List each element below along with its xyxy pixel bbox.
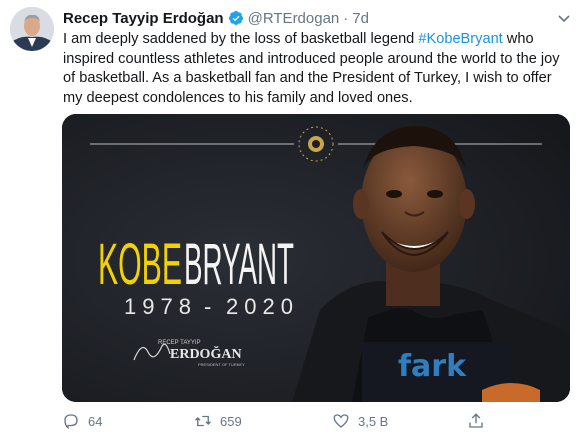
like-count: 3,5 B [358, 413, 389, 429]
retweet-button[interactable]: 659 [194, 410, 242, 432]
tweet-timestamp[interactable]: 7d [352, 10, 369, 27]
retweet-icon [195, 415, 211, 427]
reply-count: 64 [88, 413, 103, 429]
title-last-name: BRYANT [184, 232, 294, 297]
title-first-name: KOBE [98, 232, 182, 297]
tweet-text-before: I am deeply saddened by the loss of bask… [63, 31, 419, 47]
tweet[interactable]: Recep Tayyip Erdoğan @RTErdogan · 7d I a… [0, 0, 582, 438]
reply-icon [64, 414, 78, 430]
signature-name: ERDOĞAN [170, 345, 242, 362]
birth-year: 1978 [124, 294, 197, 319]
retweet-count: 659 [220, 413, 242, 429]
header-separator: · [343, 9, 349, 27]
tweet-actions: 64 659 3,5 B [62, 410, 570, 432]
signature-subtitle: PRESIDENT OF TURKEY [198, 362, 245, 367]
shirt-text: fark [398, 349, 467, 384]
author-handle[interactable]: @RTErdogan [248, 10, 340, 27]
signature-top-text: RECEP TAYYIP [158, 340, 201, 346]
like-button[interactable]: 3,5 B [332, 410, 388, 432]
year-dash: - [204, 294, 211, 319]
more-options-chevron-down-icon[interactable] [556, 10, 572, 26]
share-button[interactable] [467, 410, 485, 432]
avatar-image [10, 7, 54, 51]
heart-icon [333, 414, 349, 428]
tweet-text: I am deeply saddened by the loss of bask… [63, 30, 569, 108]
reply-button[interactable]: 64 [62, 410, 102, 432]
hashtag-link[interactable]: #KobeBryant [418, 31, 502, 47]
verified-badge-icon [228, 10, 244, 26]
death-year: 2020 [226, 294, 299, 319]
tweet-media-image[interactable]: KOBE BRYANT 1978 - 2020 RECEP TAYYIP ERD… [62, 114, 570, 402]
share-icon [469, 413, 483, 428]
author-avatar[interactable] [10, 7, 54, 51]
author-name[interactable]: Recep Tayyip Erdoğan [63, 10, 224, 27]
tweet-header: Recep Tayyip Erdoğan @RTErdogan · 7d [63, 8, 369, 28]
kobe-tribute-graphic: KOBE BRYANT 1978 - 2020 RECEP TAYYIP ERD… [62, 114, 570, 402]
